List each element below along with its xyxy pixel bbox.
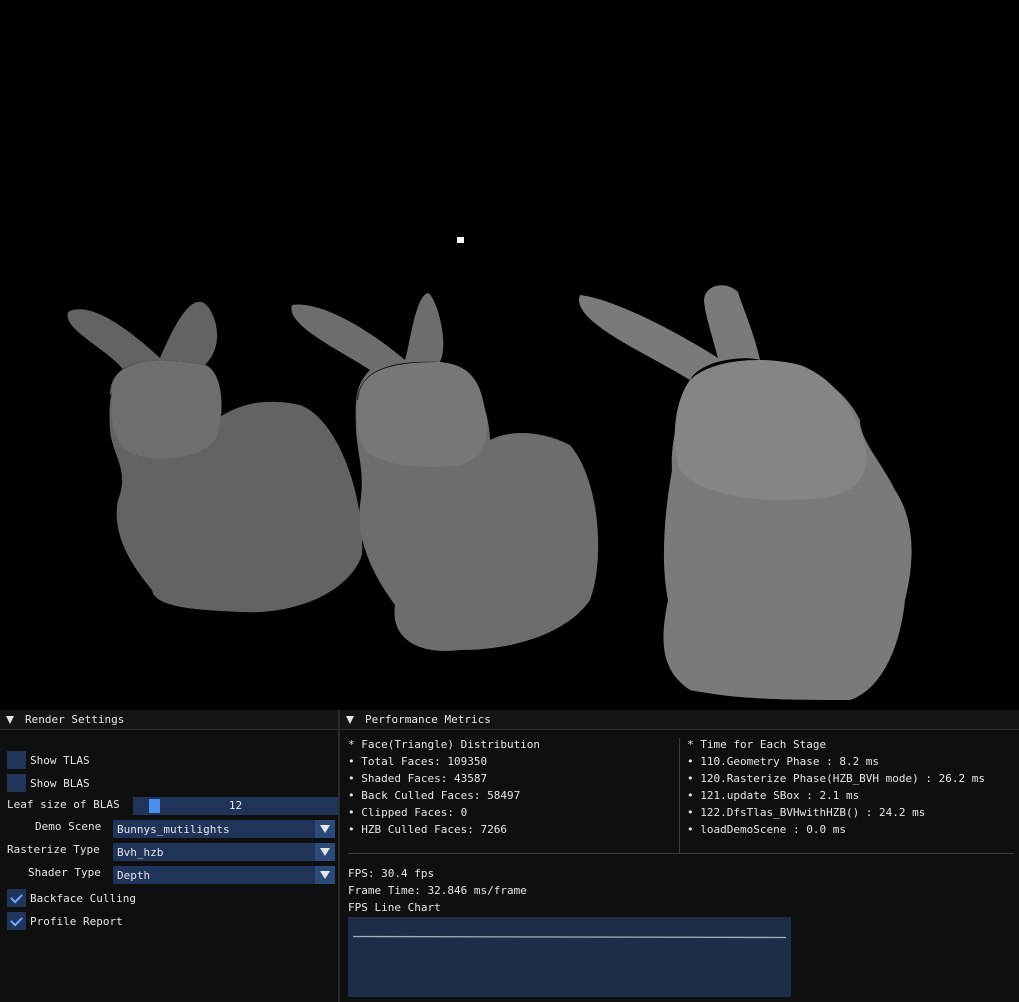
bunny-model xyxy=(579,285,912,700)
faces-item: • Total Faces: 109350 xyxy=(348,755,488,768)
fps-series-line xyxy=(352,935,787,939)
profile-report-row[interactable]: Profile Report xyxy=(7,912,123,930)
show-tlas-row[interactable]: Show TLAS xyxy=(7,751,90,769)
dropdown-button[interactable] xyxy=(315,820,335,838)
rasterize-type-combo[interactable]: Bvh_hzb xyxy=(113,843,335,861)
stages-header: * Time for Each Stage xyxy=(687,738,827,751)
rasterize-type-label: Rasterize Type xyxy=(7,843,100,856)
bunny-model xyxy=(67,301,363,613)
stage-item: • loadDemoScene : 0.0 ms xyxy=(687,823,846,836)
shader-type-value: Depth xyxy=(117,868,151,882)
chart-title: FPS Line Chart xyxy=(348,901,441,914)
dropdown-button[interactable] xyxy=(315,843,335,861)
collapse-arrow-icon[interactable] xyxy=(6,715,14,724)
fps-readout: FPS: 30.4 fps xyxy=(348,867,435,880)
shader-type-combo[interactable]: Depth xyxy=(113,866,335,884)
profile-report-checkbox[interactable] xyxy=(7,912,26,930)
panel-title: Render Settings xyxy=(25,713,125,726)
performance-metrics-panel: Performance Metrics * Face(Triangle) Dis… xyxy=(340,710,1019,1002)
stage-item: • 122.DfsTlas_BVHwithHZB() : 24.2 ms xyxy=(687,806,926,819)
panel-title: Performance Metrics xyxy=(365,713,491,726)
chevron-down-icon xyxy=(320,848,330,856)
shader-type-label: Shader Type xyxy=(28,866,101,879)
slider-value: 12 xyxy=(228,799,243,812)
scene-render xyxy=(67,237,912,700)
profile-report-label: Profile Report xyxy=(30,914,123,928)
demo-scene-combo[interactable]: Bunnys_mutilights xyxy=(113,820,335,838)
backface-culling-checkbox[interactable] xyxy=(7,889,26,907)
backface-culling-label: Backface Culling xyxy=(30,891,136,905)
render-viewport[interactable] xyxy=(0,0,1019,710)
rasterize-type-value: Bvh_hzb xyxy=(117,845,164,859)
chevron-down-icon xyxy=(320,871,330,879)
collapse-arrow-icon[interactable] xyxy=(346,715,354,724)
fps-line-chart xyxy=(348,917,791,997)
stage-item: • 110.Geometry Phase : 8.2 ms xyxy=(687,755,880,768)
performance-titlebar[interactable]: Performance Metrics xyxy=(340,710,1019,730)
frame-time-readout: Frame Time: 32.846 ms/frame xyxy=(348,884,527,897)
column-divider xyxy=(679,738,680,853)
stage-item: • 121.update SBox : 2.1 ms xyxy=(687,789,860,802)
demo-scene-label: Demo Scene xyxy=(35,820,102,833)
stage-item: • 120.Rasterize Phase(HZB_BVH mode) : 26… xyxy=(687,772,986,785)
faces-item: • Clipped Faces: 0 xyxy=(348,806,468,819)
light-marker xyxy=(457,237,464,243)
faces-header: * Face(Triangle) Distribution xyxy=(348,738,541,751)
show-tlas-checkbox[interactable] xyxy=(7,751,26,769)
fps-chart-svg xyxy=(352,935,787,939)
faces-item: • Shaded Faces: 43587 xyxy=(348,772,488,785)
show-tlas-label: Show TLAS xyxy=(30,753,90,767)
backface-culling-row[interactable]: Backface Culling xyxy=(7,889,136,907)
faces-item: • HZB Culled Faces: 7266 xyxy=(348,823,507,836)
leaf-size-slider[interactable]: 12 xyxy=(133,797,338,815)
demo-scene-value: Bunnys_mutilights xyxy=(117,822,230,836)
show-blas-label: Show BLAS xyxy=(30,776,90,790)
chevron-down-icon xyxy=(320,825,330,833)
leaf-size-label: Leaf size of BLAS xyxy=(7,798,120,811)
faces-item: • Back Culled Faces: 58497 xyxy=(348,789,521,802)
show-blas-row[interactable]: Show BLAS xyxy=(7,774,90,792)
dropdown-button[interactable] xyxy=(315,866,335,884)
show-blas-checkbox[interactable] xyxy=(7,774,26,792)
render-settings-titlebar[interactable]: Render Settings xyxy=(0,710,338,730)
section-divider xyxy=(348,853,1014,854)
render-settings-panel: Render Settings Show TLAS Show BLAS Leaf… xyxy=(0,710,340,1002)
